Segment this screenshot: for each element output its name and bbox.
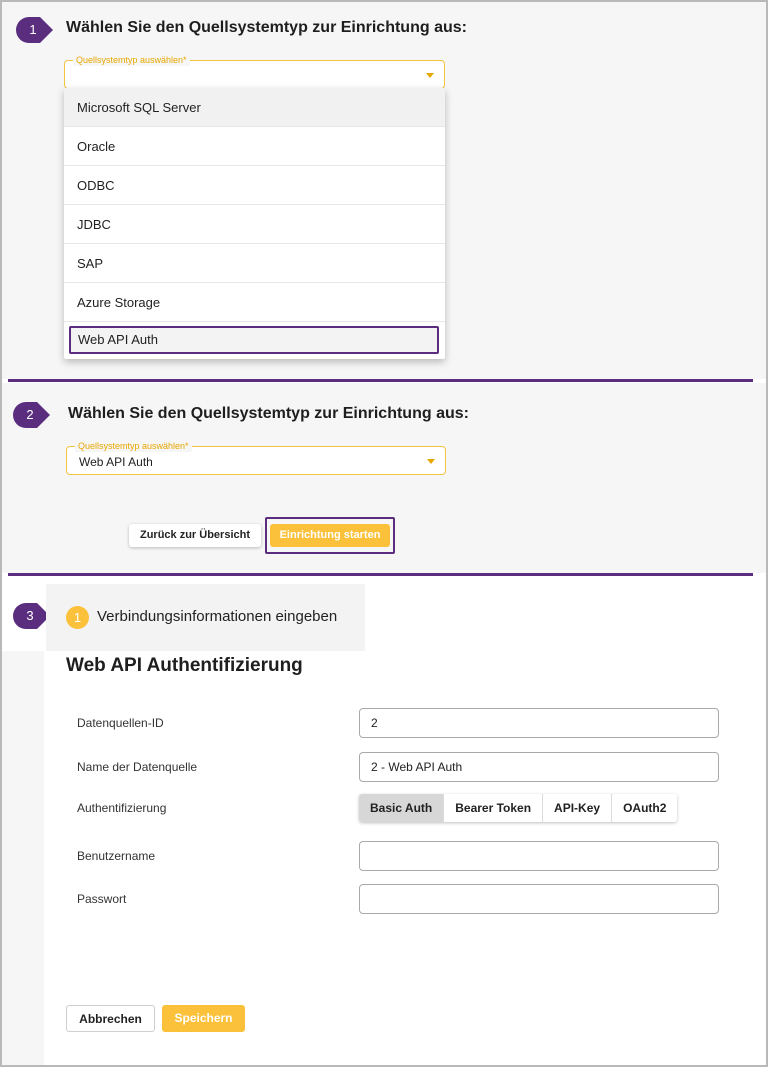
section-divider: [8, 379, 753, 382]
auth-api-key-button[interactable]: API-Key: [543, 794, 613, 822]
form-title: Web API Authentifizierung: [66, 655, 303, 676]
datasource-name-label: Name der Datenquelle: [77, 760, 198, 774]
option-web-api-auth[interactable]: Web API Auth: [69, 326, 439, 354]
section-2-title: Wählen Sie den Quellsystemtyp zur Einric…: [68, 405, 469, 422]
option-odbc[interactable]: ODBC: [64, 166, 445, 205]
username-label: Benutzername: [77, 849, 156, 863]
section-1-title: Wählen Sie den Quellsystemtyp zur Einric…: [66, 19, 467, 36]
source-type-select[interactable]: Quellsystemtyp auswählen* Web API Auth: [66, 440, 446, 475]
left-gutter: [2, 651, 44, 1065]
back-to-overview-button[interactable]: Zurück zur Übersicht: [129, 524, 261, 547]
auth-basic-button[interactable]: Basic Auth: [359, 794, 445, 822]
source-type-select[interactable]: Quellsystemtyp auswählen*: [64, 54, 445, 89]
source-type-select-value: Web API Auth: [79, 455, 153, 469]
password-field[interactable]: [359, 884, 719, 914]
username-field[interactable]: [359, 841, 719, 871]
source-type-dropdown: Microsoft SQL Server Oracle ODBC JDBC SA…: [64, 88, 445, 359]
wizard-step-label: Verbindungsinformationen eingeben: [97, 608, 338, 625]
option-azure-storage[interactable]: Azure Storage: [64, 283, 445, 322]
auth-bearer-button[interactable]: Bearer Token: [444, 794, 544, 822]
auth-type-toggle: Basic Auth Bearer Token API-Key OAuth2: [359, 794, 678, 822]
source-type-select-label: Quellsystemtyp auswählen*: [73, 54, 190, 66]
save-button[interactable]: Speichern: [162, 1005, 245, 1032]
source-type-select-label: Quellsystemtyp auswählen*: [75, 440, 192, 452]
start-setup-button[interactable]: Einrichtung starten: [270, 524, 390, 547]
datasource-id-field[interactable]: 2: [359, 708, 719, 738]
dropdown-arrow-icon: [427, 459, 435, 464]
step-marker-2: 2: [13, 402, 51, 428]
datasource-name-field[interactable]: 2 - Web API Auth: [359, 752, 719, 782]
auth-oauth2-button[interactable]: OAuth2: [612, 794, 678, 822]
step-marker-1: 1: [16, 17, 54, 43]
cancel-button[interactable]: Abbrechen: [66, 1005, 155, 1032]
password-label: Passwort: [77, 892, 127, 906]
auth-label: Authentifizierung: [77, 801, 167, 815]
wizard-step-number: 1: [66, 606, 89, 629]
datasource-id-label: Datenquellen-ID: [77, 716, 164, 730]
option-jdbc[interactable]: JDBC: [64, 205, 445, 244]
option-mssql[interactable]: Microsoft SQL Server: [64, 88, 445, 127]
dropdown-arrow-icon: [426, 73, 434, 78]
option-sap[interactable]: SAP: [64, 244, 445, 283]
section-divider: [8, 573, 753, 576]
option-oracle[interactable]: Oracle: [64, 127, 445, 166]
